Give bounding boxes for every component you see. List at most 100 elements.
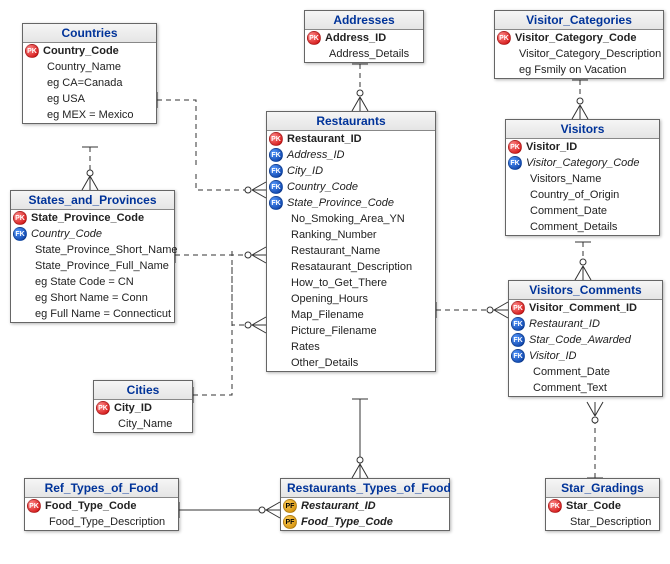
no-key-spacer xyxy=(508,220,526,234)
attribute-row: Restaurant_Name xyxy=(267,243,435,259)
attribute-label: Comment_Date xyxy=(530,205,607,217)
attribute-row: PKFood_Type_Code xyxy=(25,498,178,514)
fk-key-icon: FK xyxy=(269,148,283,162)
entity-title: Countries xyxy=(23,24,156,43)
attribute-label: State_Province_Short_Name xyxy=(35,244,177,256)
attribute-row: Star_Description xyxy=(546,514,659,530)
fk-key-icon: FK xyxy=(269,164,283,178)
attribute-row: Food_Type_Description xyxy=(25,514,178,530)
entity-countries: CountriesPK Country_Code Country_Nameeg CA… xyxy=(22,23,157,124)
attribute-row: FKCountry_Code xyxy=(11,226,174,242)
pk-key-icon: PK xyxy=(307,31,321,45)
pk-key-icon: PK xyxy=(269,132,283,146)
attribute-row: FKRestaurant_ID xyxy=(509,316,662,332)
attribute-label: Country_Name xyxy=(47,61,121,73)
attribute-row: Rates xyxy=(267,339,435,355)
no-key-spacer xyxy=(511,365,529,379)
no-key-spacer xyxy=(269,340,287,354)
fk-key-icon: FK xyxy=(269,196,283,210)
entity-cities: CitiesPKCity_ID City_Name xyxy=(93,380,193,433)
entity-title: Visitor_Categories xyxy=(495,11,663,30)
attribute-row: PK Country_Code xyxy=(23,43,156,59)
no-key-spacer xyxy=(269,244,287,258)
attribute-row: PKVisitor_Category_Code xyxy=(495,30,663,46)
attribute-label: Star_Code_Awarded xyxy=(529,334,631,346)
attribute-label: Picture_Filename xyxy=(291,325,377,337)
attribute-row: FKStar_Code_Awarded xyxy=(509,332,662,348)
no-key-spacer xyxy=(25,60,43,74)
pk-key-icon: PK xyxy=(25,44,39,58)
no-key-spacer xyxy=(269,324,287,338)
attribute-label: City_ID xyxy=(114,402,152,414)
attribute-row: FKState_Province_Code xyxy=(267,195,435,211)
no-key-spacer xyxy=(13,291,31,305)
attribute-row: eg MEX = Mexico xyxy=(23,107,156,123)
fk-key-icon: FK xyxy=(511,317,525,331)
pk-key-icon: PK xyxy=(548,499,562,513)
attribute-row: FKCountry_Code xyxy=(267,179,435,195)
entity-title: Restaurants_Types_of_Food xyxy=(281,479,449,498)
attribute-row: No_Smoking_Area_YN xyxy=(267,211,435,227)
no-key-spacer xyxy=(307,47,325,61)
attribute-row: Visitor_Category_Description xyxy=(495,46,663,62)
entity-title: Addresses xyxy=(305,11,423,30)
attribute-label: Food_Type_Code xyxy=(301,516,393,528)
no-key-spacer xyxy=(508,188,526,202)
attribute-row: PKVisitor_Comment_ID xyxy=(509,300,662,316)
entity-title: Ref_Types_of_Food xyxy=(25,479,178,498)
attribute-label: Rates xyxy=(291,341,320,353)
fk-key-icon: FK xyxy=(508,156,522,170)
attribute-row: How_to_Get_There xyxy=(267,275,435,291)
attribute-row: Comment_Text xyxy=(509,380,662,396)
attribute-row: Address_Details xyxy=(305,46,423,62)
attribute-label: eg Full Name = Connecticut xyxy=(35,308,171,320)
no-key-spacer xyxy=(511,381,529,395)
attribute-row: eg Full Name = Connecticut xyxy=(11,306,174,322)
attribute-row: eg Fsmily on Vacation xyxy=(495,62,663,78)
attribute-row: Opening_Hours xyxy=(267,291,435,307)
no-key-spacer xyxy=(548,515,566,529)
attribute-row: FKAddress_ID xyxy=(267,147,435,163)
pk-key-icon: PK xyxy=(27,499,41,513)
attribute-label: City_Name xyxy=(118,418,172,430)
attribute-label: Country_of_Origin xyxy=(530,189,619,201)
attribute-label: Resataurant_Description xyxy=(291,261,412,273)
entity-title: Cities xyxy=(94,381,192,400)
no-key-spacer xyxy=(13,259,31,273)
attribute-label: Visitor_Category_Code xyxy=(515,32,636,44)
entity-visitor_categories: Visitor_CategoriesPKVisitor_Category_Cod… xyxy=(494,10,664,79)
attribute-row: Map_Filename xyxy=(267,307,435,323)
attribute-row: FKVisitor_Category_Code xyxy=(506,155,659,171)
no-key-spacer xyxy=(269,260,287,274)
attribute-label: Address_Details xyxy=(329,48,409,60)
pf-key-icon: PF xyxy=(283,515,297,529)
no-key-spacer xyxy=(269,292,287,306)
no-key-spacer xyxy=(497,63,515,77)
attribute-label: Map_Filename xyxy=(291,309,364,321)
attribute-row: PKCity_ID xyxy=(94,400,192,416)
pk-key-icon: PK xyxy=(511,301,525,315)
entity-states_and_provinces: States_and_ProvincesPKState_Province_Cod… xyxy=(10,190,175,323)
attribute-row: PFRestaurant_ID xyxy=(281,498,449,514)
no-key-spacer xyxy=(497,47,515,61)
attribute-label: State_Province_Full_Name xyxy=(35,260,169,272)
attribute-row: eg USA xyxy=(23,91,156,107)
no-key-spacer xyxy=(96,417,114,431)
attribute-row: Other_Details xyxy=(267,355,435,371)
attribute-label: Visitor_Category_Description xyxy=(519,48,661,60)
pk-key-icon: PK xyxy=(13,211,27,225)
attribute-row: PKState_Province_Code xyxy=(11,210,174,226)
attribute-label: Address_ID xyxy=(325,32,386,44)
attribute-label: eg USA xyxy=(47,93,85,105)
attribute-label: eg CA=Canada xyxy=(47,77,123,89)
attribute-row: State_Province_Short_Name xyxy=(11,242,174,258)
attribute-row: PK Address_ID xyxy=(305,30,423,46)
no-key-spacer xyxy=(269,228,287,242)
attribute-row: Picture_Filename xyxy=(267,323,435,339)
attribute-row: PKRestaurant_ID xyxy=(267,131,435,147)
attribute-label: Comment_Details xyxy=(530,221,617,233)
attribute-row: State_Province_Full_Name xyxy=(11,258,174,274)
attribute-label: Other_Details xyxy=(291,357,358,369)
attribute-label: Country_Code xyxy=(43,45,119,57)
attribute-label: eg Short Name = Conn xyxy=(35,292,148,304)
